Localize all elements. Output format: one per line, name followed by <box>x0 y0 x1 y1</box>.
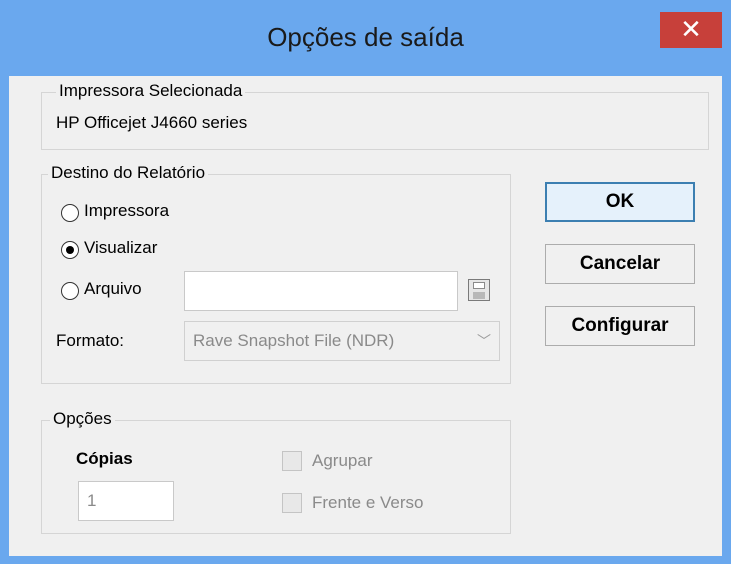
duplex-checkbox[interactable] <box>282 493 302 513</box>
options-group: Opções Cópias 1 Agrupar Frente e Verso <box>41 409 511 534</box>
chevron-down-icon: ﹀ <box>477 333 491 349</box>
printer-group-label: Impressora Selecionada <box>56 81 246 101</box>
radio-impressora[interactable] <box>61 204 79 222</box>
printer-name: HP Officejet J4660 series <box>56 113 248 132</box>
floppy-disk-icon[interactable] <box>468 279 490 301</box>
collate-checkbox[interactable] <box>282 451 302 471</box>
configure-button[interactable]: Configurar <box>545 306 695 346</box>
file-path-input[interactable] <box>184 271 458 311</box>
radio-arquivo-label[interactable]: Arquivo <box>84 279 142 299</box>
window-title: Opções de saída <box>267 22 464 52</box>
copies-input[interactable]: 1 <box>78 481 174 521</box>
options-group-label: Opções <box>50 409 115 429</box>
cancel-button[interactable]: Cancelar <box>545 244 695 284</box>
format-label: Formato: <box>56 331 125 350</box>
duplex-label[interactable]: Frente e Verso <box>312 493 424 513</box>
dialog-body: Impressora Selecionada HP Officejet J466… <box>9 76 722 556</box>
copies-label: Cópias <box>76 449 133 468</box>
dialog-window: Opções de saída ✕ Impressora Selecionada… <box>0 0 731 564</box>
radio-impressora-label[interactable]: Impressora <box>84 201 169 221</box>
collate-label[interactable]: Agrupar <box>312 451 372 471</box>
format-select-value: Rave Snapshot File (NDR) <box>193 331 395 350</box>
radio-visualizar[interactable] <box>61 241 79 259</box>
destination-group-label: Destino do Relatório <box>48 163 209 183</box>
close-button[interactable]: ✕ <box>660 12 722 48</box>
radio-visualizar-label[interactable]: Visualizar <box>84 238 157 258</box>
title-bar[interactable]: Opções de saída ✕ <box>0 0 731 76</box>
radio-arquivo[interactable] <box>61 282 79 300</box>
report-destination-group: Destino do Relatório Impressora Visualiz… <box>41 163 511 384</box>
format-select[interactable]: Rave Snapshot File (NDR) ﹀ <box>184 321 500 361</box>
printer-group: Impressora Selecionada HP Officejet J466… <box>41 81 709 150</box>
ok-button[interactable]: OK <box>545 182 695 222</box>
